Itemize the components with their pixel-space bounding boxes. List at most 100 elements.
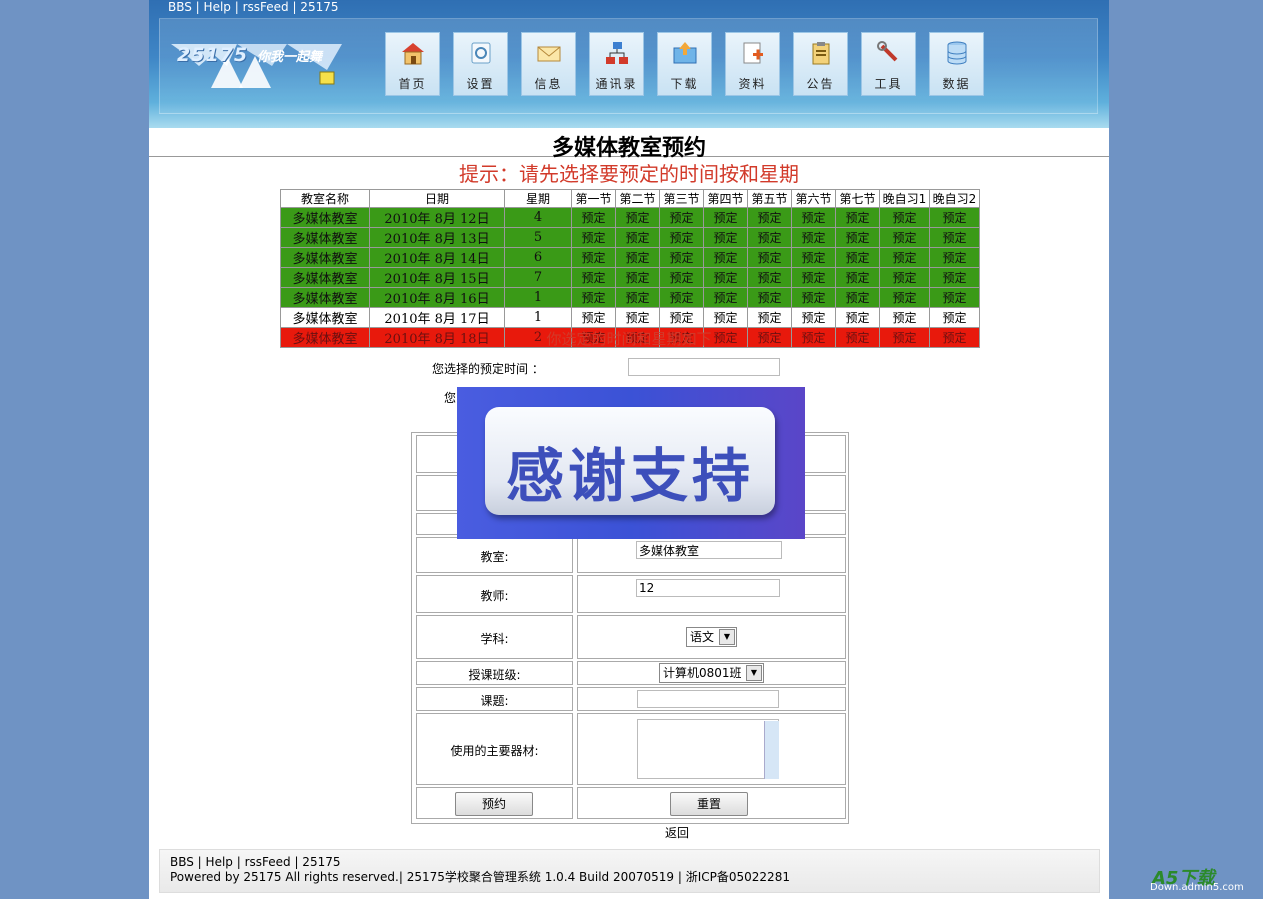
book-link[interactable]: 预定 [659,267,704,288]
date-cell: 2010年 8月 15日 [369,267,505,288]
room-cell: 多媒体教室 [280,267,370,288]
book-link[interactable]: 预定 [703,247,748,268]
book-link[interactable]: 预定 [791,247,836,268]
nav-tools-label: 工具 [874,77,903,91]
book-link[interactable]: 预定 [747,227,792,248]
weekday-cell: 7 [504,267,572,288]
book-link[interactable]: 预定 [571,227,616,248]
book-link[interactable]: 预定 [835,207,880,228]
topic-input[interactable] [637,690,779,708]
col-period-2: 第二节 [615,189,660,208]
book-link[interactable]: 预定 [879,227,930,248]
nav-data-label: 数据 [942,77,971,91]
book-link[interactable]: 预定 [615,227,660,248]
book-link[interactable]: 预定 [703,307,748,328]
form-row-topic: 课题: [414,687,846,711]
book-link[interactable]: 预定 [571,267,616,288]
logo: 25175 你我一起舞 [167,26,342,90]
class-label: 授课班级: [468,668,521,682]
col-period-4: 第四节 [703,189,748,208]
book-link[interactable]: 预定 [571,307,616,328]
book-link[interactable]: 预定 [929,287,980,308]
col-weekday: 星期 [504,189,572,208]
nav-contacts[interactable]: 通讯录 [589,32,644,96]
book-link[interactable]: 预定 [659,307,704,328]
nav-resources[interactable]: 资料 [725,32,780,96]
book-link[interactable]: 预定 [615,207,660,228]
equipment-textarea[interactable] [637,719,779,779]
book-link[interactable]: 预定 [791,227,836,248]
book-link[interactable]: 预定 [835,247,880,268]
textarea-scrollbar[interactable] [764,721,779,779]
book-link[interactable]: 预定 [929,247,980,268]
book-link[interactable]: 预定 [791,207,836,228]
book-link[interactable]: 预定 [747,267,792,288]
schedule-table: 教室名称 日期 星期 第一节 第二节 第三节 第四节 第五节 第六节 第七节 晚… [280,189,980,348]
book-link[interactable]: 预定 [615,287,660,308]
book-link[interactable]: 预定 [791,287,836,308]
weekday-cell: 1 [504,307,572,328]
book-link[interactable]: 预定 [747,307,792,328]
submit-button[interactable]: 预约 [455,792,533,816]
network-icon [605,42,628,64]
room-cell: 多媒体教室 [280,307,370,328]
book-link[interactable]: 预定 [571,287,616,308]
nav-data[interactable]: 数据 [929,32,984,96]
logo-slogan: 你我一起舞 [257,50,323,65]
book-link[interactable]: 预定 [929,207,980,228]
book-link[interactable]: 预定 [615,267,660,288]
teacher-input[interactable] [636,579,780,597]
nav-messages[interactable]: 信息 [521,32,576,96]
weekday-cell: 6 [504,247,572,268]
room-input[interactable] [636,541,782,559]
nav-tools[interactable]: 工具 [861,32,916,96]
book-link[interactable]: 预定 [659,247,704,268]
book-link[interactable]: 预定 [615,247,660,268]
nav-download[interactable]: 下载 [657,32,712,96]
book-link[interactable]: 预定 [879,207,930,228]
book-link[interactable]: 预定 [879,287,930,308]
schedule-header-row: 教室名称 日期 星期 第一节 第二节 第三节 第四节 第五节 第六节 第七节 晚… [280,189,980,208]
reset-button[interactable]: 重置 [670,792,748,816]
book-link[interactable]: 预定 [615,307,660,328]
col-room: 教室名称 [280,189,370,208]
top-links[interactable]: BBS | Help | rssFeed | 25175 [168,0,338,14]
book-link[interactable]: 预定 [703,287,748,308]
book-link[interactable]: 预定 [747,247,792,268]
class-select[interactable]: 计算机0801班 ▼ [659,663,764,683]
book-link[interactable]: 预定 [929,267,980,288]
book-link[interactable]: 预定 [791,267,836,288]
nav-settings[interactable]: 设置 [453,32,508,96]
book-link[interactable]: 预定 [879,247,930,268]
table-row: 多媒体教室 2010年 8月 13日 5 预定 预定 预定 预定 预定 预定 预定 预定 预定 [280,227,980,248]
book-link[interactable]: 预定 [747,287,792,308]
nav-home[interactable]: 首页 [385,32,440,96]
book-link[interactable]: 预定 [879,267,930,288]
subject-select[interactable]: 语文 ▼ [686,627,737,647]
form-row-class: 授课班级: 计算机0801班 ▼ [414,661,846,685]
book-link[interactable]: 预定 [659,207,704,228]
nav-notice[interactable]: 公告 [793,32,848,96]
book-link[interactable]: 预定 [929,307,980,328]
book-link[interactable]: 预定 [835,267,880,288]
book-link[interactable]: 预定 [571,207,616,228]
room-cell: 多媒体教室 [280,207,370,228]
book-link[interactable]: 预定 [659,227,704,248]
book-link[interactable]: 预定 [835,287,880,308]
chevron-down-icon: ▼ [746,665,762,681]
book-link[interactable]: 预定 [571,247,616,268]
book-link[interactable]: 预定 [659,287,704,308]
book-link[interactable]: 预定 [835,227,880,248]
book-link[interactable]: 预定 [703,267,748,288]
book-link[interactable]: 预定 [703,227,748,248]
book-link[interactable]: 预定 [747,207,792,228]
book-link[interactable]: 预定 [703,207,748,228]
footer-links[interactable]: BBS | Help | rssFeed | 25175 [170,855,340,870]
time-input[interactable] [628,358,780,376]
book-link[interactable]: 预定 [879,307,930,328]
book-link[interactable]: 预定 [791,307,836,328]
back-link[interactable]: 返回 [665,824,689,841]
book-link[interactable]: 预定 [929,227,980,248]
book-link[interactable]: 预定 [835,307,880,328]
title-bar: 多媒体教室预约 [149,128,1109,161]
